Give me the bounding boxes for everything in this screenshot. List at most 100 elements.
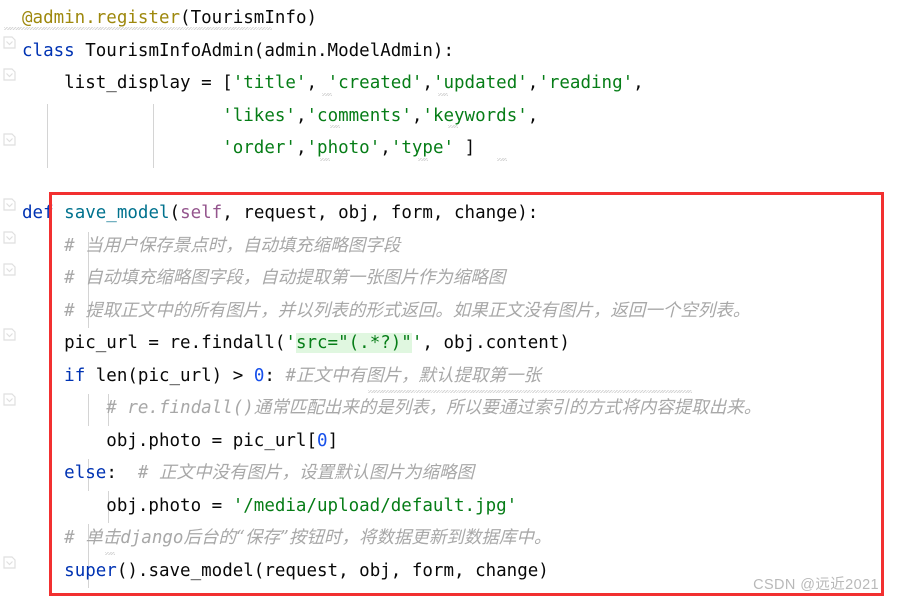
code-token: @admin.register [22, 8, 181, 28]
spellcheck-squiggle [322, 93, 332, 96]
code-token: class [22, 40, 75, 61]
code-token: 正文中没有图片，设置默认图片为缩略图 [159, 463, 474, 483]
code-token: pic_url = re.findall( [22, 333, 286, 353]
code-token: list_display = [ [22, 73, 233, 93]
spellcheck-squiggle [438, 93, 448, 96]
code-token: , obj.content) [422, 333, 570, 353]
code-line[interactable]: # 提取正文中的所有图片，并以列表的形式返回。如果正文没有图片，返回一个空列表。 [22, 295, 750, 328]
code-line[interactable]: obj.photo = '/media/upload/default.jpg' [22, 490, 517, 523]
code-line[interactable]: if len(pic_url) > 0: #正文中有图片，默认提取第一张 [22, 360, 541, 393]
code-token: ] [327, 430, 339, 451]
code-token: '/media/upload/default.jpg' [232, 495, 518, 516]
code-token: save_model [64, 203, 170, 223]
code-token: ().save_model(request, obj, form, change… [116, 560, 549, 581]
code-token: : [106, 463, 138, 483]
code-token: # [22, 398, 128, 418]
code-token: , [527, 73, 539, 93]
code-token: # [285, 365, 296, 386]
code-token: ) [306, 8, 318, 28]
code-token: , [633, 73, 644, 93]
code-token: src="(.*?)" [295, 333, 412, 353]
code-line[interactable]: # 自动填充缩略图字段，自动提取第一张图片作为缩略图 [22, 262, 505, 295]
code-text-region[interactable]: @admin.register(TourismInfo) class Touris… [0, 0, 897, 604]
code-token: ( [169, 203, 181, 223]
code-token: 'updated' [432, 73, 528, 93]
code-token: TourismInfoAdmin(admin.ModelAdmin): [74, 40, 454, 61]
csdn-watermark: CSDN @远近2021 [753, 577, 879, 593]
code-token: 'reading' [538, 73, 634, 93]
code-token: 'likes' [222, 105, 296, 126]
code-token: obj.photo = [22, 495, 233, 516]
code-token: 正文中有图片，默认提取第一张 [295, 365, 541, 386]
code-token: , [422, 73, 433, 93]
code-line[interactable]: obj.photo = pic_url[0] [22, 425, 338, 458]
code-token: 自动填充缩略图字段，自动提取第一张图片作为缩略图 [85, 268, 506, 288]
code-token: , [306, 73, 328, 93]
code-line[interactable]: class TourismInfoAdmin(admin.ModelAdmin)… [22, 35, 454, 68]
code-token: obj.photo = pic_url[ [22, 430, 318, 451]
code-token: , request, obj, form, change): [222, 203, 539, 223]
spellcheck-squiggle [330, 125, 340, 128]
spellcheck-squiggle [497, 158, 507, 161]
code-token: # [22, 268, 86, 288]
code-line[interactable]: list_display = ['title', 'created','upda… [22, 67, 644, 100]
code-token: self [180, 203, 223, 223]
code-token: 'title' [232, 73, 307, 93]
code-token: 0 [317, 430, 328, 451]
code-token: django [120, 528, 184, 548]
code-token: , [380, 138, 391, 158]
code-line[interactable]: # 单击django后台的“保存”按钮时，将数据更新到数据库中。 [22, 522, 551, 555]
code-token: # [22, 235, 86, 256]
code-token: 'order' [222, 138, 296, 158]
code-token: 通常匹配出来的是列表，所以要通过索引的方式将内容提取出来。 [253, 398, 762, 418]
code-token: 提取正文中的所有图片，并以列表的形式返回。如果正文没有图片，返回一个空列表。 [85, 300, 751, 321]
code-line[interactable]: def save_model(self, request, obj, form,… [22, 197, 538, 230]
code-token: if [64, 365, 86, 386]
code-token: , [295, 138, 307, 158]
code-token: 'created' [327, 73, 423, 93]
code-line[interactable]: # re.findall()通常匹配出来的是列表，所以要通过索引的方式将内容提取… [22, 392, 761, 425]
code-token: 'type' [390, 138, 455, 158]
code-token: 0 [253, 365, 265, 386]
spellcheck-squiggle [368, 390, 692, 393]
code-token: ] [454, 138, 476, 158]
code-token: : [264, 365, 286, 386]
code-token: # [22, 300, 86, 321]
code-token: def [22, 203, 54, 223]
code-token: # [22, 528, 86, 548]
code-token: # [137, 463, 159, 483]
code-token: len(pic_url) > [85, 365, 254, 386]
code-token: 后台的“保存”按钮时，将数据更新到数据库中。 [183, 528, 552, 548]
code-token: , [411, 105, 423, 126]
code-line[interactable]: # 当用户保存景点时，自动填充缩略图字段 [22, 230, 400, 263]
code-line[interactable]: 'likes','comments','keywords', [22, 100, 538, 133]
code-token: else [64, 463, 107, 483]
spellcheck-squiggle [418, 158, 428, 161]
code-line[interactable]: pic_url = re.findall('src="(.*?)"', obj.… [22, 327, 570, 360]
code-line[interactable]: super().save_model(request, obj, form, c… [22, 555, 549, 588]
code-token: ' [411, 333, 423, 353]
code-line[interactable]: 'order','photo','type' ] [22, 132, 475, 165]
spellcheck-squiggle [105, 552, 115, 555]
code-token: 'keywords' [422, 105, 528, 126]
code-token: TourismInfo [190, 8, 307, 28]
code-token: , [527, 105, 539, 126]
code-token: 当用户保存景点时，自动填充缩略图字段 [85, 235, 401, 256]
code-token: 'comments' [306, 105, 412, 126]
code-token: , [295, 105, 307, 126]
code-token: super [64, 560, 117, 581]
code-token: re.findall() [127, 398, 254, 418]
code-token: ' [285, 333, 296, 353]
code-token: 'photo' [306, 138, 381, 158]
code-line[interactable]: else: # 正文中没有图片，设置默认图片为缩略图 [22, 457, 474, 490]
spellcheck-squiggle [320, 158, 330, 161]
code-token: ( [180, 8, 191, 28]
spellcheck-squiggle [4, 27, 272, 30]
code-token: 单击 [85, 528, 121, 548]
